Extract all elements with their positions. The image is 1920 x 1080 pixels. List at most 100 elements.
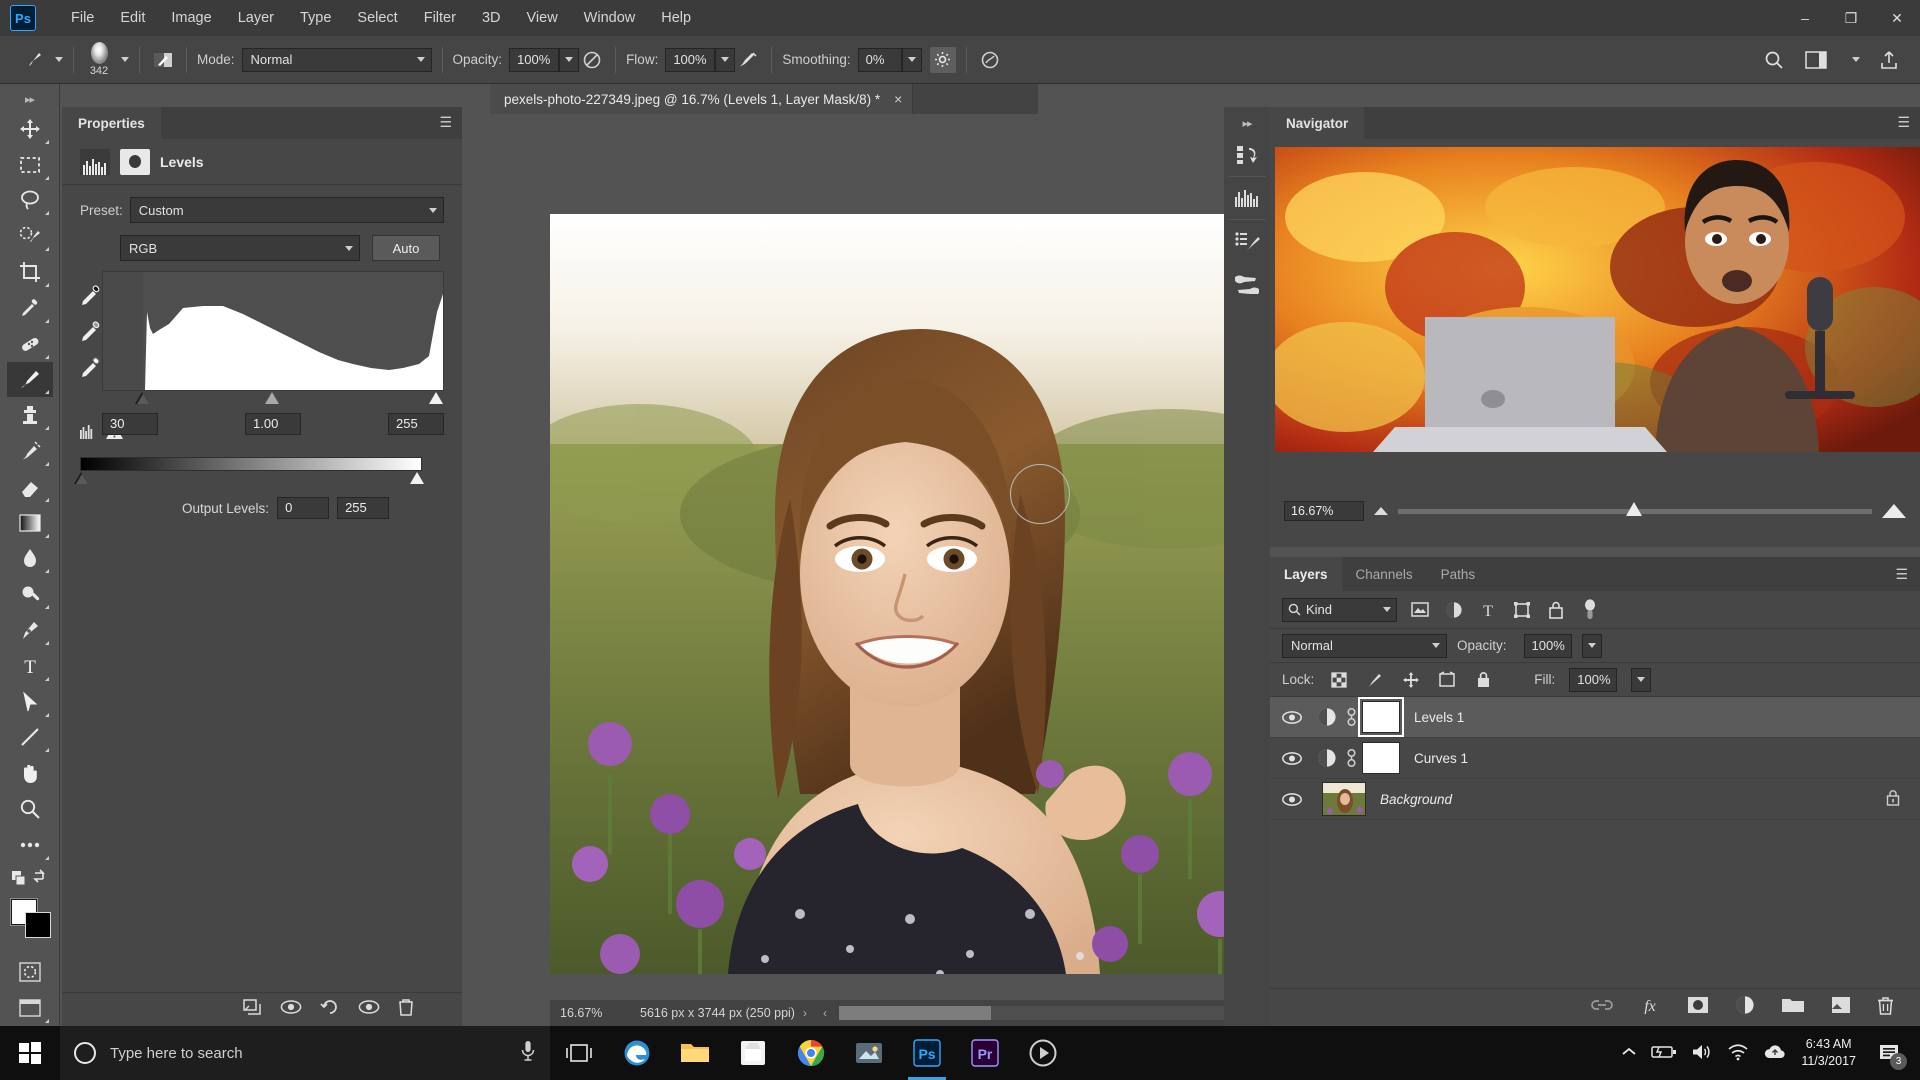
layer-mask-thumbnail[interactable]	[1358, 697, 1404, 737]
menu-view[interactable]: View	[514, 4, 571, 32]
filter-shape-layers-icon[interactable]	[1511, 599, 1533, 621]
new-layer-icon[interactable]	[1831, 996, 1851, 1019]
navigator-zoom-input[interactable]: 16.67%	[1284, 501, 1364, 521]
input-levels-slider[interactable]	[102, 391, 444, 409]
output-black-field[interactable]: 0	[277, 497, 330, 519]
output-white-handle[interactable]	[410, 472, 425, 486]
histogram-small-icon[interactable]	[80, 423, 102, 439]
opacity-dropdown[interactable]	[559, 47, 580, 72]
battery-icon[interactable]	[1651, 1045, 1677, 1062]
filter-kind-select[interactable]: Kind	[1282, 597, 1397, 622]
rail-collapse-icon[interactable]: ▸▸	[1242, 113, 1252, 134]
share-icon[interactable]	[1876, 47, 1902, 73]
set-gray-point-eyedropper-icon[interactable]	[80, 321, 102, 343]
menu-file[interactable]: File	[58, 4, 107, 32]
wifi-icon[interactable]	[1727, 1043, 1749, 1064]
filter-type-layers-icon[interactable]: T	[1477, 599, 1499, 621]
output-levels-slider[interactable]	[74, 471, 425, 489]
histogram-panel-icon[interactable]	[1226, 177, 1268, 219]
layer-visibility-toggle[interactable]	[1270, 751, 1314, 766]
panel-menu-icon[interactable]: ☰	[1895, 566, 1908, 583]
add-layer-mask-icon[interactable]	[1687, 996, 1709, 1019]
document-tab[interactable]: pexels-photo-227349.jpeg @ 16.7% (Levels…	[490, 84, 914, 114]
new-group-folder-icon[interactable]	[1781, 996, 1805, 1019]
layer-name[interactable]: Levels 1	[1414, 710, 1464, 725]
clock[interactable]: 6:43 AM 11/3/2017	[1801, 1036, 1856, 1070]
input-black-point-handle[interactable]	[135, 392, 150, 406]
zoom-out-icon[interactable]	[1374, 507, 1388, 515]
taskbar-premiere-icon[interactable]: Pr	[956, 1026, 1014, 1080]
zoom-slider-knob[interactable]	[1625, 501, 1642, 516]
input-black-field[interactable]: 30	[102, 413, 158, 435]
brush-preset-chevron-icon[interactable]	[55, 57, 63, 62]
filter-pixel-layers-icon[interactable]	[1409, 599, 1431, 621]
menu-3d[interactable]: 3D	[469, 4, 514, 32]
menu-select[interactable]: Select	[344, 4, 410, 32]
move-tool[interactable]	[7, 111, 53, 147]
clone-stamp-tool[interactable]	[7, 397, 53, 433]
background-layer-thumbnail[interactable]	[1322, 782, 1366, 816]
lock-artboard-icon[interactable]	[1436, 669, 1458, 691]
mask-link-icon[interactable]	[1340, 707, 1362, 727]
layer-visibility-toggle[interactable]	[1270, 710, 1314, 725]
rectangular-marquee-tool[interactable]	[7, 147, 53, 183]
delete-layer-trash-icon[interactable]	[1877, 996, 1894, 1020]
flow-dropdown[interactable]	[715, 47, 736, 72]
layer-blend-mode-select[interactable]: Normal	[1282, 633, 1447, 658]
input-white-field[interactable]: 255	[388, 413, 444, 435]
status-zoom-level[interactable]: 16.67%	[550, 1006, 626, 1020]
navigator-preview-image[interactable]	[1275, 147, 1920, 452]
smoothing-options-gear-icon[interactable]	[929, 46, 956, 73]
volume-icon[interactable]	[1691, 1043, 1713, 1064]
edit-toolbar-ellipsis-icon[interactable]	[7, 827, 53, 863]
layer-name[interactable]: Background	[1380, 792, 1452, 807]
taskbar-edge-icon[interactable]	[608, 1026, 666, 1080]
fill-dropdown[interactable]	[1631, 667, 1652, 692]
adjustment-layer-thumbnail[interactable]	[1314, 748, 1340, 768]
link-layers-icon[interactable]	[1591, 998, 1613, 1017]
brush-settings-panel-icon[interactable]	[1226, 220, 1268, 262]
output-white-field[interactable]: 255	[337, 497, 390, 519]
history-brush-tool[interactable]	[7, 433, 53, 469]
tab-navigator[interactable]: Navigator	[1270, 107, 1365, 139]
scroll-left-icon[interactable]: ‹	[815, 1006, 835, 1020]
channel-select[interactable]: RGB	[120, 235, 360, 261]
screen-mode-toggle[interactable]	[7, 990, 53, 1026]
filter-smart-objects-icon[interactable]	[1545, 599, 1567, 621]
panel-menu-icon[interactable]: ☰	[1897, 114, 1910, 131]
filter-adjustment-layers-icon[interactable]	[1443, 599, 1465, 621]
layer-name[interactable]: Curves 1	[1414, 751, 1468, 766]
horizontal-scrollbar[interactable]	[838, 1006, 1226, 1020]
table-row[interactable]: Background	[1270, 779, 1920, 820]
menu-edit[interactable]: Edit	[107, 4, 158, 32]
task-view-icon[interactable]	[550, 1026, 608, 1080]
dodge-tool[interactable]	[7, 576, 53, 612]
taskbar-media-player-icon[interactable]	[1014, 1026, 1072, 1080]
lock-transparent-pixels-icon[interactable]	[1328, 669, 1350, 691]
gradient-tool[interactable]	[7, 505, 53, 541]
clip-to-layer-icon[interactable]	[242, 998, 262, 1021]
lock-all-icon[interactable]	[1472, 669, 1494, 691]
eyedropper-tool[interactable]	[7, 290, 53, 326]
filter-toggle-icon[interactable]	[1579, 598, 1601, 621]
lock-position-icon[interactable]	[1400, 669, 1422, 691]
tab-properties[interactable]: Properties	[62, 107, 161, 139]
line-tool[interactable]	[7, 720, 53, 756]
toggle-layer-visibility-icon[interactable]	[280, 999, 302, 1020]
brush-settings-chevron-icon[interactable]	[121, 57, 129, 62]
menu-filter[interactable]: Filter	[411, 4, 469, 32]
layer-style-fx-icon[interactable]: fx	[1639, 996, 1661, 1019]
onedrive-cloud-icon[interactable]	[1763, 1044, 1787, 1063]
auto-button[interactable]: Auto	[372, 235, 440, 261]
set-black-point-eyedropper-icon[interactable]	[80, 285, 102, 307]
brush-size-preview[interactable]: 342	[84, 41, 114, 79]
lasso-tool[interactable]	[7, 183, 53, 219]
blend-mode-select[interactable]: Normal	[241, 47, 432, 72]
zoom-tool[interactable]	[7, 791, 53, 827]
image-canvas[interactable]	[550, 214, 1250, 974]
brush-presets-panel-icon[interactable]	[1226, 262, 1268, 304]
reset-adjustment-icon[interactable]	[320, 998, 340, 1021]
smoothing-dropdown[interactable]	[901, 47, 922, 72]
preview-toggle-icon[interactable]	[358, 999, 380, 1020]
preset-select[interactable]: Custom	[129, 197, 444, 223]
